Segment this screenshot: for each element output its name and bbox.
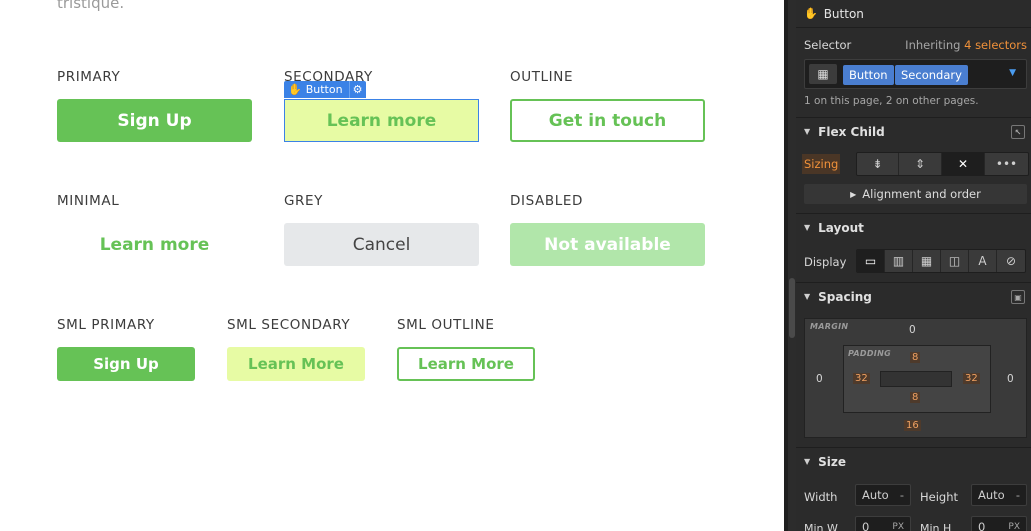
margin-right-value[interactable]: 0 [1007, 373, 1014, 385]
panel-header-title: Button [823, 6, 864, 21]
expand-icon[interactable]: ↖ [1011, 125, 1025, 139]
display-grid-icon[interactable]: ▦ [913, 250, 941, 272]
caret-down-icon: ▼ [804, 127, 811, 136]
padding-right-value[interactable]: 32 [963, 373, 980, 384]
shrink-icon[interactable]: ⇟ [857, 153, 899, 175]
sml-secondary-button[interactable]: Learn More [227, 347, 365, 381]
selector-chip-secondary[interactable]: Secondary [895, 65, 968, 85]
selection-tag-label: Button [305, 83, 343, 96]
padding-left-value[interactable]: 32 [853, 373, 870, 384]
spacing-preset-icon[interactable]: ▣ [1011, 290, 1025, 304]
padding-bottom-value[interactable]: 8 [910, 392, 921, 403]
label-disabled: DISABLED [510, 193, 583, 209]
selector-usage: 1 on this page, 2 on other pages. [804, 95, 979, 107]
more-icon[interactable]: ••• [985, 153, 1028, 175]
secondary-button[interactable]: Learn more [284, 99, 479, 142]
no-shrink-icon[interactable]: ✕ [942, 153, 985, 175]
label-minimal: MINIMAL [57, 193, 120, 209]
min-height-label: Min H [920, 522, 952, 531]
minimal-button[interactable]: Learn more [57, 223, 252, 266]
box-model-editor: MARGIN 0 0 0 16 PADDING 8 32 32 8 [804, 318, 1027, 438]
label-sml-secondary: SML SECONDARY [227, 317, 351, 333]
width-input[interactable]: Auto - [855, 484, 911, 506]
caret-down-icon: ▼ [804, 292, 811, 301]
intro-text: tristique. [57, 0, 125, 12]
label-sml-outline: SML OUTLINE [397, 317, 495, 333]
caret-down-icon: ▼ [804, 223, 811, 232]
style-panel: ✋ Button Selector Inheriting 4 selectors… [796, 0, 1031, 531]
padding-box: PADDING 8 32 32 8 [843, 345, 991, 413]
inheriting-selectors-link[interactable]: 4 selectors [964, 38, 1027, 52]
height-input[interactable]: Auto - [971, 484, 1027, 506]
selector-options-icon[interactable]: ▦ [809, 64, 837, 84]
selection-tag[interactable]: ✋ Button ⚙ [284, 81, 366, 98]
disabled-button: Not available [510, 223, 705, 266]
margin-bottom-value[interactable]: 16 [904, 420, 921, 431]
chevron-down-icon[interactable]: ▼ [1009, 68, 1016, 78]
gear-icon[interactable]: ⚙ [348, 81, 366, 98]
caret-right-icon: ▶ [850, 189, 857, 199]
margin-top-value[interactable]: 0 [909, 324, 916, 336]
spacing-section-header[interactable]: ▼ Spacing ▣ [796, 282, 1031, 310]
label-primary: PRIMARY [57, 69, 121, 85]
design-canvas[interactable]: tristique. PRIMARY SECONDARY OUTLINE Sig… [0, 0, 784, 531]
inheriting-info: Inheriting 4 selectors [905, 38, 1027, 52]
panel-header: ✋ Button [796, 0, 1031, 28]
sml-outline-button[interactable]: Learn More [397, 347, 535, 381]
display-none-icon[interactable]: ⊘ [997, 250, 1025, 272]
layout-section-header[interactable]: ▼ Layout [796, 213, 1031, 241]
outline-button[interactable]: Get in touch [510, 99, 705, 142]
selector-label: Selector [804, 38, 852, 52]
content-box [880, 371, 952, 387]
label-sml-primary: SML PRIMARY [57, 317, 155, 333]
caret-down-icon: ▼ [804, 457, 811, 466]
flex-child-section-header[interactable]: ▼ Flex Child ↖ [796, 117, 1031, 145]
padding-top-value[interactable]: 8 [910, 352, 921, 363]
display-options: ▭ ▥ ▦ ◫ A ⊘ [856, 249, 1026, 273]
margin-left-value[interactable]: 0 [816, 373, 823, 385]
display-inline-icon[interactable]: A [969, 250, 997, 272]
display-flex-icon[interactable]: ▥ [885, 250, 913, 272]
size-section-header[interactable]: ▼ Size [796, 447, 1031, 475]
label-grey: GREY [284, 193, 324, 209]
alignment-order-button[interactable]: ▶ Alignment and order [804, 184, 1027, 204]
selector-chip-button[interactable]: Button [843, 65, 894, 85]
width-label: Width [804, 490, 838, 504]
display-label: Display [804, 255, 847, 269]
min-width-label: Min W [804, 522, 838, 531]
display-block-icon[interactable]: ▭ [857, 250, 885, 272]
grow-icon[interactable]: ⇕ [899, 153, 942, 175]
hand-icon: ✋ [288, 83, 302, 96]
grey-button[interactable]: Cancel [284, 223, 479, 266]
margin-label: MARGIN [810, 322, 849, 331]
scrollbar-thumb[interactable] [789, 278, 795, 338]
min-height-input[interactable]: 0 PX [971, 516, 1027, 531]
label-outline: OUTLINE [510, 69, 574, 85]
selector-field[interactable]: ▦ Button Secondary ▼ [804, 59, 1027, 89]
padding-label: PADDING [848, 349, 891, 358]
min-width-input[interactable]: 0 PX [855, 516, 911, 531]
hand-icon: ✋ [804, 7, 818, 20]
sizing-options: ⇟ ⇕ ✕ ••• [856, 152, 1029, 176]
sizing-label: Sizing [802, 154, 841, 174]
primary-button[interactable]: Sign Up [57, 99, 252, 142]
sml-primary-button[interactable]: Sign Up [57, 347, 195, 381]
height-label: Height [920, 490, 959, 504]
scrollbar-track[interactable] [788, 0, 796, 531]
display-inline-block-icon[interactable]: ◫ [941, 250, 969, 272]
